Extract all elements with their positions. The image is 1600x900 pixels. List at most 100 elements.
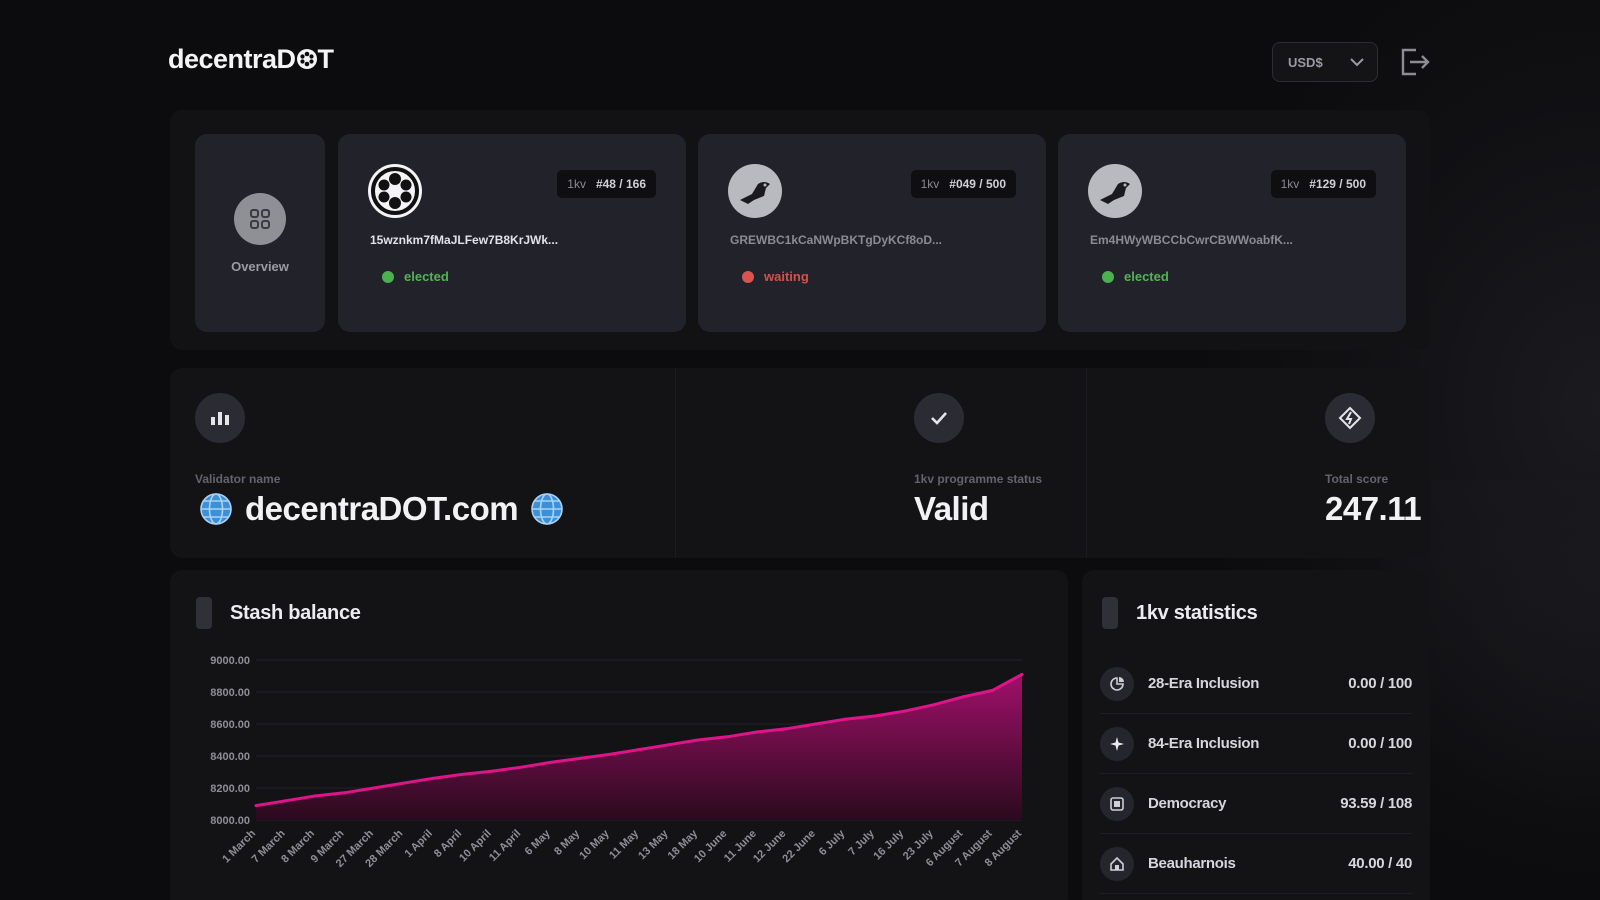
stash-balance-chart[interactable]: 9000.00 8800.00 8600.00 8400.00 8200.00 8000.… (170, 570, 1068, 900)
x-tick-label: 13 May (636, 827, 671, 862)
data-point[interactable] (313, 794, 317, 798)
stash-balance-area (256, 674, 1022, 820)
validator-address: GREWBC1kCaNWpBKTgDyKCf8oD... (730, 233, 943, 247)
rank-badge: 1kv #129 / 500 (1270, 170, 1376, 198)
title-marker (1102, 597, 1118, 629)
programme-status-label: 1kv programme status (914, 472, 1043, 486)
data-point[interactable] (814, 722, 818, 726)
data-point[interactable] (578, 756, 582, 760)
chevron-down-icon (1349, 55, 1365, 70)
stats-title: 1kv statistics (1102, 597, 1258, 629)
status-badge: elected (382, 269, 449, 284)
logout-icon (1401, 48, 1430, 76)
y-tick-label: 8000.00 (210, 815, 250, 827)
data-point[interactable] (460, 772, 464, 776)
data-point[interactable] (519, 765, 523, 769)
y-tick-label: 8600.00 (210, 719, 250, 731)
stat-row-28-era[interactable]: 28-Era Inclusion 0.00 / 100 (1100, 654, 1412, 714)
overview-label: Overview (231, 258, 289, 274)
status-dot (382, 270, 394, 283)
y-tick-label: 8400.00 (210, 751, 250, 763)
data-point[interactable] (725, 735, 729, 739)
x-tick-label: 11 May (607, 827, 642, 862)
validator-name-section: Validator name decentraDOT.com (170, 368, 675, 558)
currency-value: USD$ (1288, 54, 1323, 70)
data-point[interactable] (254, 804, 258, 808)
check-icon (914, 393, 964, 443)
status-dot (1102, 270, 1114, 283)
validator-card-1[interactable]: 1kv #48 / 166 15wznkm7fMaJLFew7B8KrJWk...… (338, 134, 686, 332)
data-point[interactable] (431, 776, 435, 780)
data-point[interactable] (902, 709, 906, 713)
validator-name-value: decentraDOT.com (195, 490, 576, 528)
data-point[interactable] (284, 799, 287, 803)
logo[interactable]: decentraD T (168, 44, 334, 75)
stat-row-84-era[interactable]: 84-Era Inclusion 0.00 / 100 (1100, 714, 1412, 774)
grid-icon (234, 192, 286, 245)
data-point[interactable] (608, 752, 611, 756)
y-tick-label: 8200.00 (210, 783, 250, 795)
programme-status-section: 1kv programme status Valid (675, 368, 1087, 558)
data-point[interactable] (1020, 672, 1024, 676)
y-tick-label: 9000.00 (210, 655, 250, 667)
data-point[interactable] (667, 743, 670, 747)
overview-card[interactable]: Overview (195, 134, 325, 332)
total-score-label: Total score (1325, 472, 1389, 486)
bird-avatar-icon (728, 164, 782, 218)
polkadot-avatar-icon (368, 164, 422, 218)
stat-row-democracy[interactable]: Democracy 93.59 / 108 (1100, 774, 1412, 834)
stash-balance-panel: Stash balance 9000.00 8800.00 8600.00 8400.… (170, 570, 1068, 900)
rank-badge: 1kv #48 / 166 (557, 170, 656, 198)
stat-row-beauharnois[interactable]: Beauharnois 40.00 / 40 (1100, 834, 1412, 894)
pie-icon (1100, 666, 1134, 701)
logout-button[interactable] (1398, 46, 1432, 78)
data-point[interactable] (961, 695, 965, 699)
validator-info-panel: Validator name decentraDOT.com 1kv progr… (170, 368, 1430, 558)
data-point[interactable] (342, 791, 346, 795)
total-score-section: Total score 247.11 (1087, 368, 1430, 558)
validator-card-3[interactable]: 1kv #129 / 500 Em4HWyWBCCbCwrCBWWoabfK...… (1058, 134, 1406, 332)
ballot-icon (1100, 786, 1134, 821)
data-point[interactable] (549, 760, 553, 764)
data-point[interactable] (843, 717, 847, 721)
data-point[interactable] (637, 748, 641, 752)
programme-status-value: Valid (914, 490, 989, 527)
x-tick-label: 16 July (871, 827, 906, 862)
rank-badge: 1kv #049 / 500 (910, 170, 1016, 198)
data-point[interactable] (755, 730, 759, 734)
data-point[interactable] (932, 703, 936, 707)
data-point[interactable] (696, 738, 700, 742)
globe-icon (200, 493, 232, 525)
status-badge: elected (1102, 269, 1169, 284)
x-tick-label: 10 May (577, 827, 612, 862)
diamond-icon (1325, 393, 1375, 443)
total-score-value: 247.11 (1325, 490, 1422, 527)
data-point[interactable] (401, 781, 405, 785)
validator-card-2[interactable]: 1kv #049 / 500 GREWBC1kCaNWpBKTgDyKCf8oD.… (698, 134, 1046, 332)
stats-panel: 1kv statistics 28-Era Inclusion 0.00 / 1… (1082, 570, 1430, 900)
validator-address: Em4HWyWBCCbCwrCBWWoabfK... (1090, 233, 1293, 247)
y-tick-label: 8800.00 (210, 687, 250, 699)
currency-select[interactable]: USD$ (1272, 42, 1378, 82)
sparkle-icon (1100, 726, 1134, 761)
x-tick-label: 6 July (817, 827, 848, 858)
status-dot (742, 270, 754, 283)
polkadot-logo-icon (296, 44, 318, 75)
bar-chart-icon (195, 393, 245, 443)
validator-address: 15wznkm7fMaJLFew7B8KrJWk... (370, 233, 559, 247)
home-icon (1100, 846, 1134, 881)
x-tick-label: 22 June (780, 828, 817, 865)
data-point[interactable] (490, 769, 494, 773)
x-tick-label: 1 April (402, 828, 434, 860)
bird-avatar-icon (1088, 164, 1142, 218)
data-point[interactable] (372, 786, 376, 790)
x-tick-label: 6 May (523, 827, 554, 858)
data-point[interactable] (784, 727, 788, 731)
globe-icon (531, 493, 563, 525)
data-point[interactable] (873, 714, 877, 718)
x-tick-label: 11 April (487, 828, 523, 864)
validator-name-label: Validator name (195, 472, 281, 486)
data-point[interactable] (991, 688, 994, 692)
x-tick-label: 10 April (457, 828, 494, 865)
status-badge: waiting (742, 269, 809, 284)
